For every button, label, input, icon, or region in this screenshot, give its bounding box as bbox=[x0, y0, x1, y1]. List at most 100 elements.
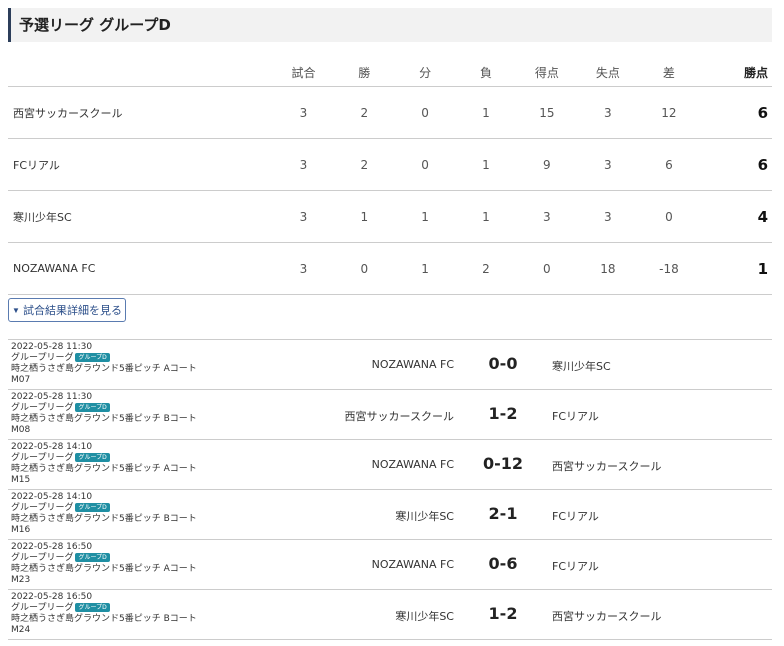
match-row[interactable]: 2022-05-28 16:50 グループリーグ グループD 時之栖うさぎ島グラウ… bbox=[8, 540, 772, 590]
goals-against: 3 bbox=[577, 86, 639, 139]
header-goal-difference: 差 bbox=[638, 58, 700, 87]
match-venue: 時之栖うさぎ島グラウンド5番ピッチ Bコート bbox=[11, 614, 197, 624]
match-code: M15 bbox=[11, 475, 31, 485]
points: 6 bbox=[699, 86, 772, 139]
won: 2 bbox=[333, 86, 395, 139]
points: 1 bbox=[699, 242, 772, 295]
drawn: 1 bbox=[394, 242, 456, 295]
team-name: 西宮サッカースクール bbox=[8, 86, 274, 139]
played: 3 bbox=[273, 190, 334, 243]
page: 予選リーグ グループD 試合 勝 分 負 得点 失点 差 勝点 西宮サッカースク… bbox=[0, 0, 784, 646]
away-team: 西宮サッカースクール bbox=[552, 610, 662, 623]
match-details-button[interactable]: ▼ 試合結果詳細を見る bbox=[8, 298, 126, 322]
away-team: FCリアル bbox=[552, 560, 599, 573]
goals-against: 18 bbox=[577, 242, 639, 295]
match-score: 2-1 bbox=[488, 504, 518, 523]
group-badge: グループD bbox=[75, 603, 110, 612]
match-stage: グループリーグ bbox=[11, 353, 74, 363]
match-code: M24 bbox=[11, 625, 31, 635]
away-team: FCリアル bbox=[552, 510, 599, 523]
match-score: 0-0 bbox=[488, 354, 518, 373]
match-stage: グループリーグ bbox=[11, 403, 74, 413]
match-info: 2022-05-28 14:10 グループリーグ グループD 時之栖うさぎ島グラウ… bbox=[11, 442, 197, 486]
team-name: NOZAWANA FC bbox=[8, 242, 274, 295]
standings-row: 西宮サッカースクール 3 2 0 1 15 3 12 6 bbox=[8, 86, 772, 139]
match-row[interactable]: 2022-05-28 14:10 グループリーグ グループD 時之栖うさぎ島グラウ… bbox=[8, 440, 772, 490]
goals-for: 9 bbox=[516, 138, 578, 191]
goals-against: 3 bbox=[577, 138, 639, 191]
points: 6 bbox=[699, 138, 772, 191]
match-venue: 時之栖うさぎ島グラウンド5番ピッチ Aコート bbox=[11, 364, 197, 374]
match-info: 2022-05-28 11:30 グループリーグ グループD 時之栖うさぎ島グラウ… bbox=[11, 392, 197, 436]
match-details-label: 試合結果詳細を見る bbox=[22, 305, 122, 317]
match-score: 0-6 bbox=[488, 554, 518, 573]
goals-for: 0 bbox=[516, 242, 578, 295]
drawn: 1 bbox=[394, 190, 456, 243]
match-venue: 時之栖うさぎ島グラウンド5番ピッチ Aコート bbox=[11, 564, 197, 574]
header-won: 勝 bbox=[333, 58, 395, 87]
match-row[interactable]: 2022-05-28 14:10 グループリーグ グループD 時之栖うさぎ島グラウ… bbox=[8, 490, 772, 540]
match-datetime: 2022-05-28 16:50 bbox=[11, 592, 93, 602]
header-played: 試合 bbox=[273, 58, 334, 87]
header-points: 勝点 bbox=[699, 58, 772, 87]
goals-for: 15 bbox=[516, 86, 578, 139]
match-stage: グループリーグ bbox=[11, 603, 74, 613]
header-drawn: 分 bbox=[394, 58, 456, 87]
match-code: M23 bbox=[11, 575, 31, 585]
goals-against: 3 bbox=[577, 190, 639, 243]
home-team: NOZAWANA FC bbox=[371, 358, 454, 371]
match-venue: 時之栖うさぎ島グラウンド5番ピッチ Aコート bbox=[11, 464, 197, 474]
standings-row: FCリアル 3 2 0 1 9 3 6 6 bbox=[8, 138, 772, 191]
match-info: 2022-05-28 16:50 グループリーグ グループD 時之栖うさぎ島グラウ… bbox=[11, 592, 197, 636]
standings-table: 試合 勝 分 負 得点 失点 差 勝点 西宮サッカースクール 3 2 0 1 1… bbox=[8, 58, 772, 295]
match-code: M16 bbox=[11, 525, 31, 535]
match-datetime: 2022-05-28 11:30 bbox=[11, 392, 93, 402]
match-stage-line: グループリーグ グループD bbox=[11, 353, 197, 364]
team-name: 寒川少年SC bbox=[8, 190, 274, 243]
away-team: 寒川少年SC bbox=[552, 360, 611, 373]
lost: 2 bbox=[455, 242, 517, 295]
page-title: 予選リーグ グループD bbox=[19, 16, 171, 34]
home-team: NOZAWANA FC bbox=[371, 558, 454, 571]
match-stage-line: グループリーグ グループD bbox=[11, 553, 197, 564]
match-info: 2022-05-28 14:10 グループリーグ グループD 時之栖うさぎ島グラウ… bbox=[11, 492, 197, 536]
header-goals-against: 失点 bbox=[577, 58, 639, 87]
won: 2 bbox=[333, 138, 395, 191]
goal-difference: 0 bbox=[638, 190, 700, 243]
won: 1 bbox=[333, 190, 395, 243]
match-row[interactable]: 2022-05-28 16:50 グループリーグ グループD 時之栖うさぎ島グラウ… bbox=[8, 590, 772, 640]
match-list: 2022-05-28 11:30 グループリーグ グループD 時之栖うさぎ島グラウ… bbox=[8, 339, 772, 640]
match-row[interactable]: 2022-05-28 11:30 グループリーグ グループD 時之栖うさぎ島グラウ… bbox=[8, 340, 772, 390]
match-stage-line: グループリーグ グループD bbox=[11, 403, 197, 414]
lost: 1 bbox=[455, 86, 517, 139]
match-stage: グループリーグ bbox=[11, 553, 74, 563]
match-row[interactable]: 2022-05-28 11:30 グループリーグ グループD 時之栖うさぎ島グラウ… bbox=[8, 390, 772, 440]
header-team bbox=[8, 58, 274, 87]
match-stage-line: グループリーグ グループD bbox=[11, 453, 197, 464]
group-badge: グループD bbox=[75, 553, 110, 562]
played: 3 bbox=[273, 138, 334, 191]
match-score: 1-2 bbox=[488, 404, 518, 423]
title-bar: 予選リーグ グループD bbox=[8, 8, 772, 42]
chevron-down-icon: ▼ bbox=[12, 305, 20, 315]
away-team: 西宮サッカースクール bbox=[552, 460, 662, 473]
match-info: 2022-05-28 16:50 グループリーグ グループD 時之栖うさぎ島グラウ… bbox=[11, 542, 197, 586]
played: 3 bbox=[273, 86, 334, 139]
away-team: FCリアル bbox=[552, 410, 599, 423]
header-goals-for: 得点 bbox=[516, 58, 578, 87]
goal-difference: 12 bbox=[638, 86, 700, 139]
group-badge: グループD bbox=[75, 503, 110, 512]
match-stage: グループリーグ bbox=[11, 503, 74, 513]
match-datetime: 2022-05-28 11:30 bbox=[11, 342, 93, 352]
standings-row: NOZAWANA FC 3 0 1 2 0 18 -18 1 bbox=[8, 242, 772, 295]
standings-row: 寒川少年SC 3 1 1 1 3 3 0 4 bbox=[8, 190, 772, 243]
match-code: M08 bbox=[11, 425, 31, 435]
lost: 1 bbox=[455, 190, 517, 243]
match-stage-line: グループリーグ グループD bbox=[11, 503, 197, 514]
points: 4 bbox=[699, 190, 772, 243]
drawn: 0 bbox=[394, 86, 456, 139]
goal-difference: -18 bbox=[638, 242, 700, 295]
home-team: NOZAWANA FC bbox=[371, 458, 454, 471]
goal-difference: 6 bbox=[638, 138, 700, 191]
match-score: 0-12 bbox=[482, 454, 524, 473]
